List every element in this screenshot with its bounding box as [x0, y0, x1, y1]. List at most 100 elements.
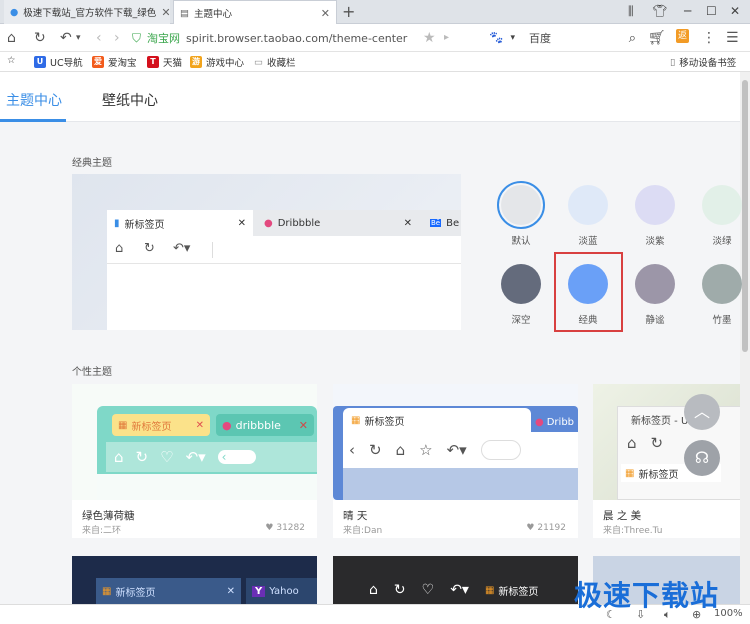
theme-swatch[interactable]: [501, 185, 541, 225]
theme-swatch[interactable]: [501, 264, 541, 304]
refresh-icon[interactable]: ↻: [34, 30, 46, 46]
star-outline-icon[interactable]: ☆: [7, 55, 16, 66]
undo-icon: ↶▾: [173, 241, 191, 256]
preview-nav: ⌂ ↻ ↶▾: [107, 236, 461, 264]
tab-title: 极速下载站_官方软件下载_绿色: [23, 8, 157, 19]
thumb-tab: ▦ 新标签页 ✕: [112, 414, 210, 436]
bookmark-folder[interactable]: ▭ 收藏栏: [254, 55, 296, 70]
shirt-icon[interactable]: 👕︎: [652, 4, 667, 18]
thumb-tab-label: 新标签页: [364, 416, 405, 428]
preview-tab: Bē Be: [423, 210, 461, 236]
forward-icon[interactable]: ›: [114, 30, 120, 46]
browser-tab-theme[interactable]: ▤ 主题中心 ✕: [173, 0, 337, 25]
theme-swatch-label: 淡绿: [712, 236, 732, 247]
search-icon[interactable]: ⌕: [629, 31, 636, 46]
thumb-nav: ⌂ ↻ ♡ ↶▾ ▦ 新标签页: [361, 576, 578, 604]
dribbble-icon: ●: [264, 217, 273, 229]
thumb-tab: Y Yahoo: [246, 578, 317, 604]
scroll-top-button[interactable]: ︿: [684, 394, 720, 430]
support-button[interactable]: ☊: [684, 440, 720, 476]
close-icon[interactable]: ✕: [161, 6, 170, 19]
tab-theme-center[interactable]: 主题中心: [6, 90, 62, 110]
newtab-icon: ▦: [102, 585, 112, 597]
chevron-down-icon[interactable]: ▾: [76, 33, 81, 43]
theme-card-dark-blue[interactable]: ▦ 新标签页 ✕ Y Yahoo: [72, 556, 317, 604]
back-icon: ‹: [349, 441, 355, 459]
url-text[interactable]: spirit.browser.taobao.com/theme-center: [186, 32, 407, 45]
theme-swatch[interactable]: [635, 185, 675, 225]
star-icon[interactable]: ★: [423, 30, 436, 46]
thumb-tab-label: 新标签页: [115, 587, 156, 599]
newtab-icon: ▦: [118, 419, 128, 431]
tab-title: 主题中心: [193, 9, 232, 20]
maximize-icon[interactable]: ☐: [706, 4, 717, 18]
mobile-bookmarks[interactable]: ▯ 移动设备书签: [670, 55, 736, 70]
bookmark-label: UC导航: [50, 58, 83, 69]
cart-icon[interactable]: 🛒︎: [648, 30, 666, 46]
bookmark-tmall[interactable]: T 天猫: [147, 55, 182, 69]
preview-tab-label: 新标签页: [124, 219, 165, 231]
theme-swatch[interactable]: [635, 264, 675, 304]
theme-swatch[interactable]: [702, 264, 742, 304]
dribbble-icon: ●: [535, 416, 544, 428]
theme-thumbnail: ▦ 新标签页 ● Dribb ‹ ↻ ⌂ ☆ ↶▾: [333, 384, 578, 500]
close-icon: ✕: [237, 217, 246, 229]
undo-icon[interactable]: ↶: [60, 30, 72, 46]
yahoo-icon: Y: [252, 585, 266, 597]
preview-tab: ● Dribbble ✕: [257, 210, 419, 236]
refresh-icon: ↻: [135, 448, 149, 466]
theme-card-dark[interactable]: ⌂ ↻ ♡ ↶▾ ▦ 新标签页: [333, 556, 578, 604]
thumb-nav: ⌂ ↻ ♡ ↶▾ ‹: [106, 442, 317, 472]
theme-likes[interactable]: ♥ 31282: [265, 523, 305, 533]
bookmark-uc[interactable]: U UC导航: [34, 55, 83, 69]
theme-swatch[interactable]: [568, 185, 608, 225]
tab-wallpaper-center[interactable]: 壁纸中心: [102, 90, 158, 110]
theme-card-mint[interactable]: ▦ 新标签页 ✕ ● dribbble ✕ ⌂ ↻ ♡ ↶▾ ‹ 绿色薄荷糖 来…: [72, 384, 317, 538]
thumb-tab: ▦ 新标签页: [485, 583, 538, 598]
minimize-icon[interactable]: ─: [684, 4, 691, 18]
tmall-icon: T: [147, 56, 159, 68]
more-icon[interactable]: ⋮: [702, 30, 716, 46]
theme-swatch-label: 竹墨: [712, 315, 732, 326]
chevron-down-icon[interactable]: ▾: [511, 33, 516, 43]
behance-icon: Bē: [430, 219, 442, 227]
theme-card-sunny[interactable]: ▦ 新标签页 ● Dribb ‹ ↻ ⌂ ☆ ↶▾ 晴 天 来自:Dan ♥ 2…: [333, 384, 578, 538]
game-icon: 游: [190, 56, 202, 68]
shield-icon: ⛉: [132, 30, 142, 45]
menu-icon[interactable]: ☰: [726, 30, 739, 46]
heart-icon: ♥: [526, 523, 538, 533]
page-header: 主题中心 壁纸中心: [0, 72, 740, 122]
coupon-icon[interactable]: 返: [676, 29, 689, 43]
close-window-icon[interactable]: ✕: [730, 4, 740, 18]
bookmark-games[interactable]: 游 游戏中心: [190, 55, 244, 69]
thumb-tab: ▦ 新标签页: [343, 408, 531, 432]
back-icon[interactable]: ‹: [96, 30, 102, 46]
home-icon: ⌂: [115, 241, 124, 256]
search-box[interactable]: 🐾︎ ▾ 百度 ⌕: [488, 28, 636, 48]
close-icon: ✕: [195, 419, 204, 431]
newtab-icon: ▦: [484, 584, 495, 596]
headset-icon: ☊: [694, 448, 710, 467]
home-icon: ⌂: [114, 448, 124, 466]
thumb-tab-label: 新标签页: [498, 586, 539, 598]
preview-tab-strip: ▮ 新标签页 ✕ ● Dribbble ✕ Bē Be: [107, 210, 461, 236]
theme-likes[interactable]: ♥ 21192: [526, 523, 566, 533]
home-icon[interactable]: ⌂: [7, 30, 16, 46]
bookmark-aitaobao[interactable]: 爱 爱淘宝: [92, 55, 137, 69]
chevron-up-icon: ︿: [693, 402, 710, 421]
close-icon[interactable]: ✕: [321, 7, 330, 20]
theme-name: 晴 天: [343, 510, 368, 522]
theme-swatch[interactable]: [702, 185, 742, 225]
pin-icon[interactable]: ⫼: [628, 4, 634, 19]
thumb-tab: ● Dribb: [535, 412, 578, 432]
browser-tab-jisu[interactable]: ● 极速下载站_官方软件下载_绿色 ✕: [4, 0, 170, 24]
preview-tab-label: Be: [446, 217, 460, 229]
classic-theme-title: 经典主题: [72, 158, 112, 169]
navigation-bar: ⌂ ↻ ↶ ▾ ‹ › ⛉ 淘宝网 spirit.browser.taobao.…: [0, 24, 750, 52]
chevron-right-icon[interactable]: ▸: [444, 32, 449, 43]
theme-swatch[interactable]: [568, 264, 608, 304]
phone-icon: ▯: [670, 56, 676, 68]
new-tab-button[interactable]: +: [342, 2, 355, 21]
thumb-nav: ‹ ↻ ⌂ ☆ ↶▾: [343, 432, 578, 468]
aitaobao-icon: 爱: [92, 56, 104, 68]
